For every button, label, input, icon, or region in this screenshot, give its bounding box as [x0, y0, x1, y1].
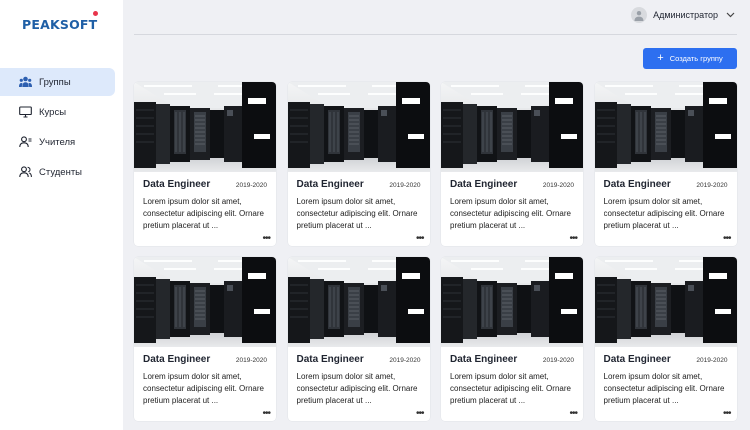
card-title: Data Engineer — [296, 354, 364, 365]
sidebar-item-courses[interactable]: Курсы — [0, 98, 115, 126]
card-year: 2019-2020 — [696, 357, 728, 364]
card-title: Data Engineer — [143, 354, 211, 365]
card-title: Data Engineer — [603, 179, 671, 190]
chevron-down-icon[interactable] — [726, 12, 735, 18]
card-description: Lorem ipsum dolor sit amet, consectetur … — [296, 372, 418, 405]
server-room-image — [594, 257, 737, 347]
card-description: Lorem ipsum dolor sit amet, consectetur … — [143, 197, 264, 230]
group-card[interactable]: Data Engineer 2019-2020 Lorem ipsum dolo… — [594, 257, 737, 421]
server-room-image — [134, 257, 276, 347]
sidebar-item-label: Учителя — [39, 136, 76, 148]
group-card[interactable]: Data Engineer 2019-2020 Lorem ipsum dolo… — [287, 257, 430, 421]
user-menu[interactable]: Администратор — [631, 7, 735, 23]
more-options-icon[interactable]: ••• — [723, 409, 731, 419]
group-card[interactable]: Data Engineer 2019-2020 Lorem ipsum dolo… — [134, 82, 276, 246]
user-name: Администратор — [653, 10, 718, 20]
more-options-icon[interactable]: ••• — [416, 234, 424, 244]
card-description: Lorem ipsum dolor sit amet, consectetur … — [603, 372, 725, 405]
sidebar-item-teachers[interactable]: Учителя — [0, 128, 115, 156]
monitor-icon — [18, 105, 32, 119]
more-options-icon[interactable]: ••• — [262, 409, 270, 419]
more-options-icon[interactable]: ••• — [416, 409, 424, 419]
sidebar-nav: Группы Курсы Учителя Студенты — [0, 68, 115, 188]
server-room-image — [287, 257, 430, 347]
students-icon — [18, 165, 32, 179]
sidebar-item-students[interactable]: Студенты — [0, 158, 115, 186]
more-options-icon[interactable]: ••• — [262, 234, 270, 244]
sidebar-item-label: Студенты — [39, 166, 83, 178]
card-title: Data Engineer — [143, 179, 211, 190]
card-title: Data Engineer — [603, 354, 671, 365]
card-description: Lorem ipsum dolor sit amet, consectetur … — [143, 372, 264, 405]
card-title: Data Engineer — [450, 179, 518, 190]
group-card[interactable]: Data Engineer 2019-2020 Lorem ipsum dolo… — [441, 82, 583, 246]
card-description: Lorem ipsum dolor sit amet, consectetur … — [603, 197, 725, 230]
card-year: 2019-2020 — [235, 182, 267, 189]
group-card[interactable]: Data Engineer 2019-2020 Lorem ipsum dolo… — [287, 82, 430, 246]
create-group-label: Создать группу — [669, 54, 723, 63]
group-card[interactable]: Data Engineer 2019-2020 Lorem ipsum dolo… — [594, 82, 737, 246]
sidebar: PEAKSOFT Группы Курсы Учителя Студенты — [0, 0, 123, 430]
more-options-icon[interactable]: ••• — [723, 234, 731, 244]
teacher-icon — [18, 135, 32, 149]
groups-icon — [18, 75, 32, 89]
group-card[interactable]: Data Engineer 2019-2020 Lorem ipsum dolo… — [441, 257, 583, 421]
card-title: Data Engineer — [450, 354, 518, 365]
groups-grid: Data Engineer 2019-2020 Lorem ipsum dolo… — [134, 82, 737, 421]
logo-dot — [93, 11, 98, 16]
card-title: Data Engineer — [296, 179, 364, 190]
create-group-button[interactable]: + Создать группу — [643, 48, 737, 69]
server-room-image — [441, 257, 583, 347]
card-year: 2019-2020 — [696, 182, 728, 189]
card-year: 2019-2020 — [235, 357, 267, 364]
card-year: 2019-2020 — [542, 357, 574, 364]
top-header: Администратор — [134, 0, 737, 35]
more-options-icon[interactable]: ••• — [569, 409, 577, 419]
server-room-image — [134, 82, 276, 172]
main-content: Администратор + Создать группу Data Engi… — [123, 0, 750, 430]
server-room-image — [594, 82, 737, 172]
card-description: Lorem ipsum dolor sit amet, consectetur … — [296, 197, 418, 230]
group-card[interactable]: Data Engineer 2019-2020 Lorem ipsum dolo… — [134, 257, 276, 421]
server-room-image — [441, 82, 583, 172]
more-options-icon[interactable]: ••• — [569, 234, 577, 244]
sidebar-item-label: Курсы — [39, 106, 67, 118]
server-room-image — [287, 82, 430, 172]
sidebar-item-groups[interactable]: Группы — [0, 68, 115, 96]
plus-icon: + — [657, 52, 664, 64]
card-description: Lorem ipsum dolor sit amet, consectetur … — [450, 197, 571, 230]
card-year: 2019-2020 — [389, 182, 421, 189]
sidebar-item-label: Группы — [39, 76, 71, 88]
avatar — [631, 7, 648, 23]
app-logo[interactable]: PEAKSOFT — [22, 17, 97, 32]
card-description: Lorem ipsum dolor sit amet, consectetur … — [450, 372, 571, 405]
card-year: 2019-2020 — [389, 357, 421, 364]
card-year: 2019-2020 — [542, 182, 574, 189]
